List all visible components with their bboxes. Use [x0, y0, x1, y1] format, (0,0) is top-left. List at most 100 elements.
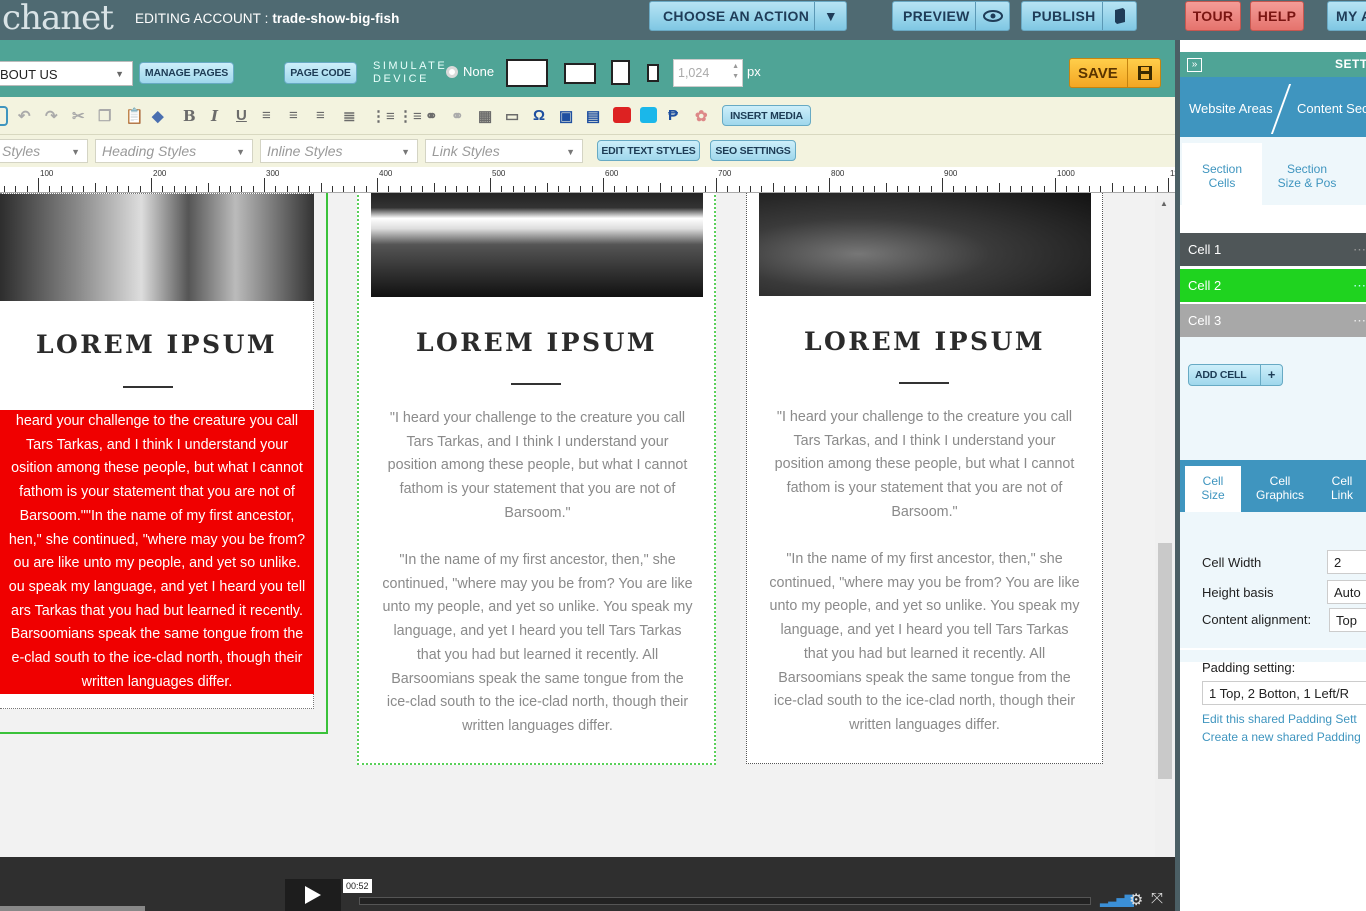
undo-icon[interactable]: ↶ — [18, 107, 31, 125]
save-button[interactable]: SAVE — [1069, 58, 1161, 88]
cell-2-card[interactable]: LOREM IPSUM "I heard your challenge to t… — [357, 193, 716, 765]
content-alignment-select[interactable]: Top — [1329, 608, 1366, 632]
tablet-landscape-icon[interactable] — [564, 63, 596, 84]
ruler-tick — [173, 186, 175, 192]
breadcrumb-website-areas[interactable]: Website Areas — [1189, 101, 1273, 116]
publish-button[interactable]: PUBLISH — [1021, 1, 1137, 31]
none-radio[interactable] — [446, 66, 458, 78]
scrollbar-thumb[interactable] — [1158, 543, 1172, 779]
width-input[interactable]: 1,024 ▲ ▼ — [673, 59, 743, 87]
justify-icon[interactable]: ≣ — [343, 107, 356, 125]
paste-icon[interactable]: 📋 — [125, 107, 144, 125]
manage-pages-button[interactable]: MANAGE PAGES — [139, 62, 234, 84]
breadcrumb-content-section[interactable]: Content Sec — [1297, 101, 1366, 116]
drag-handle-icon[interactable]: ⋯ — [1353, 242, 1366, 258]
cell-row-2[interactable]: Cell 2 ⋯ — [1180, 269, 1366, 302]
highlighted-text-block[interactable]: heard your challenge to the creature you… — [0, 410, 314, 694]
page-code-button[interactable]: PAGE CODE — [284, 62, 357, 84]
tab-cell-link[interactable]: Cell Link — [1318, 474, 1366, 502]
underline-icon[interactable]: U — [236, 107, 247, 124]
edit-text-styles-button[interactable]: EDIT TEXT STYLES — [597, 140, 700, 161]
ruler-tick — [230, 186, 232, 192]
eraser-icon[interactable]: ◆ — [152, 107, 164, 125]
seo-settings-button[interactable]: SEO SETTINGS — [710, 140, 796, 161]
bold-icon[interactable]: B — [183, 107, 196, 125]
unlink-icon[interactable]: ⚭ — [451, 107, 464, 125]
ruler-tick — [1156, 186, 1158, 192]
desktop-device-icon[interactable] — [506, 59, 548, 87]
align-center-icon[interactable]: ≡ — [289, 107, 298, 124]
align-right-icon[interactable]: ≡ — [316, 107, 325, 124]
ruler-tick — [523, 186, 525, 192]
add-cell-button[interactable]: ADD CELL + — [1188, 364, 1283, 386]
page-select[interactable]: BOUT US ▼ — [0, 61, 133, 86]
card-3-text-line: ice-clad south to the ice-clad north, th… — [773, 693, 1076, 710]
card-1-text-line: e-clad south to the ice-clad north, thou… — [11, 650, 303, 667]
phone-icon[interactable] — [647, 64, 659, 82]
fullscreen-icon[interactable]: ⤧ — [1151, 890, 1163, 907]
paypal-icon[interactable]: ₱ — [668, 107, 678, 124]
help-button[interactable]: HELP — [1250, 1, 1304, 31]
height-basis-select[interactable]: Auto — [1327, 580, 1366, 604]
card-3-text-line: fathom is your statement that you are no… — [786, 480, 1063, 497]
link-icon[interactable]: ⚭ — [425, 107, 438, 125]
video-progress[interactable] — [359, 897, 1091, 905]
special-char-icon[interactable]: Ω — [533, 107, 545, 124]
horizontal-rule-icon[interactable]: ▭ — [505, 107, 519, 125]
choose-action-dropdown[interactable]: CHOOSE AN ACTION ▼ — [649, 1, 847, 31]
bullet-list-icon[interactable]: ⋮≡ — [398, 107, 422, 125]
italic-icon[interactable]: I — [211, 107, 218, 125]
redo-icon[interactable]: ↷ — [45, 107, 58, 125]
publish-label: PUBLISH — [1032, 8, 1096, 24]
ruler-tick — [1145, 186, 1147, 192]
volume-icon[interactable]: ▂▃▅▇ — [1100, 893, 1134, 907]
gallery-icon[interactable]: ▤ — [586, 107, 600, 125]
styles-dropdown[interactable]: Styles ▼ — [0, 139, 88, 163]
ruler-tick — [1134, 186, 1136, 192]
tab-cell-graphics[interactable]: Cell Graphics — [1245, 474, 1315, 502]
canvas-scrollbar[interactable]: ▲ — [1155, 193, 1175, 857]
tab-cell-graphics-line1: Cell — [1269, 474, 1291, 488]
insert-media-button[interactable]: INSERT MEDIA — [722, 105, 811, 126]
cut-icon[interactable]: ✂ — [72, 107, 85, 125]
padding-setting-select[interactable]: 1 Top, 2 Botton, 1 Left/R — [1202, 681, 1366, 705]
widget-icon[interactable]: ✿ — [695, 107, 708, 125]
ordered-list-icon[interactable]: ⋮≡ — [371, 107, 395, 125]
youtube-icon[interactable] — [613, 107, 631, 123]
vimeo-icon[interactable] — [640, 107, 657, 123]
cell-1-card[interactable]: LOREM IPSUM heard your challenge to the … — [0, 193, 314, 709]
scroll-up-icon[interactable]: ▲ — [1160, 199, 1168, 208]
create-padding-link[interactable]: Create a new shared Padding — [1202, 730, 1361, 744]
stepper-icon[interactable]: ▲ ▼ — [732, 62, 739, 82]
ruler-tick — [964, 186, 966, 192]
play-button[interactable] — [285, 879, 341, 911]
toolbar-handle[interactable] — [0, 106, 8, 126]
tour-button[interactable]: TOUR — [1185, 1, 1241, 31]
cell-row-1[interactable]: Cell 1 ⋯ — [1180, 233, 1366, 266]
heading-styles-dropdown[interactable]: Heading Styles ▼ — [95, 139, 253, 163]
copy-icon[interactable]: ❐ — [98, 107, 111, 125]
ruler-tick — [930, 186, 932, 192]
card-3-text-line: written languages differ. — [849, 716, 1000, 733]
collapse-panel-icon[interactable]: » — [1187, 58, 1202, 72]
preview-button[interactable]: PREVIEW — [892, 1, 1010, 31]
ruler-tick — [320, 183, 322, 192]
tab-section-size-pos[interactable]: Section Size & Pos — [1267, 162, 1347, 190]
inline-styles-dropdown[interactable]: Inline Styles ▼ — [260, 139, 418, 163]
gear-icon[interactable]: ⚙ — [1129, 890, 1143, 910]
ruler-tick — [1088, 186, 1090, 192]
image-icon[interactable]: ▣ — [559, 107, 573, 125]
my-account-button[interactable]: MY A — [1327, 1, 1366, 31]
edit-padding-link[interactable]: Edit this shared Padding Sett — [1202, 712, 1357, 726]
chevron-down-icon[interactable]: ▼ — [814, 2, 847, 30]
editing-account-label: EDITING ACCOUNT : trade-show-big-fish — [135, 11, 399, 26]
cell-row-3[interactable]: Cell 3 ⋯ — [1180, 304, 1366, 337]
tablet-portrait-icon[interactable] — [611, 60, 630, 85]
drag-handle-icon[interactable]: ⋯ — [1353, 313, 1366, 329]
align-left-icon[interactable]: ≡ — [262, 107, 271, 124]
drag-handle-icon[interactable]: ⋯ — [1353, 278, 1366, 294]
link-styles-dropdown[interactable]: Link Styles ▼ — [425, 139, 583, 163]
cell-width-input[interactable]: 2 — [1327, 550, 1366, 574]
cell-3-card[interactable]: LOREM IPSUM "I heard your challenge to t… — [746, 193, 1103, 764]
table-icon[interactable]: ▦ — [478, 107, 492, 125]
